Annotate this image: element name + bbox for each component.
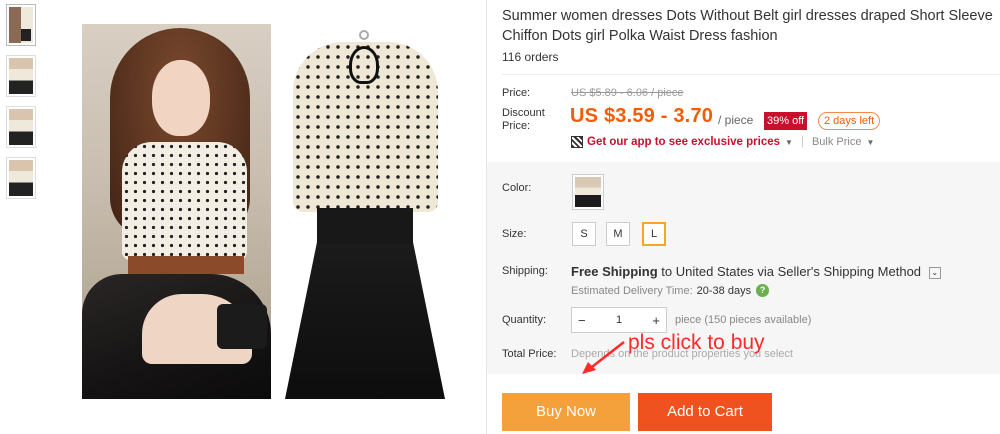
buy-now-button[interactable]: Buy Now bbox=[502, 393, 630, 431]
thumbnail-3[interactable] bbox=[6, 106, 36, 148]
order-count: 116 orders bbox=[502, 50, 559, 64]
chevron-down-icon[interactable]: ⌄ bbox=[928, 266, 941, 279]
app-promo-row: Get our app to see exclusive prices ▼ | … bbox=[571, 136, 874, 148]
main-product-image[interactable] bbox=[82, 24, 458, 399]
shipping-method[interactable]: Free Shipping to United States via Selle… bbox=[571, 264, 941, 279]
discount-badge: 39% off bbox=[764, 112, 808, 130]
overlay-annotation: pls click to buy bbox=[628, 331, 765, 354]
add-to-cart-button[interactable]: Add to Cart bbox=[638, 393, 772, 431]
separator: | bbox=[800, 136, 804, 148]
minus-icon[interactable]: − bbox=[578, 313, 586, 328]
shipping-label: Shipping: bbox=[502, 265, 548, 277]
app-promo-link[interactable]: Get our app to see exclusive prices bbox=[587, 136, 780, 148]
discount-label-line1: Discount bbox=[502, 107, 545, 119]
bulk-price-link[interactable]: Bulk Price bbox=[812, 136, 862, 148]
free-shipping-text: Free Shipping bbox=[571, 264, 658, 279]
chevron-down-icon[interactable]: ▼ bbox=[785, 138, 793, 147]
thumbnail-strip bbox=[6, 4, 36, 208]
size-label: Size: bbox=[502, 228, 527, 240]
size-option-m[interactable]: M bbox=[606, 222, 630, 246]
discount-price: US $3.59 - 3.70 bbox=[570, 105, 714, 127]
quantity-input[interactable]: 1 bbox=[616, 314, 622, 326]
help-icon[interactable]: ? bbox=[756, 284, 770, 297]
pieces-available: piece (150 pieces available) bbox=[675, 314, 812, 326]
model-photo bbox=[82, 24, 271, 399]
delivery-estimate: Estimated Delivery Time: 20-38 days ? bbox=[571, 284, 770, 297]
days-left-badge: 2 days left bbox=[818, 112, 881, 130]
divider bbox=[502, 74, 1000, 75]
arrow-icon bbox=[582, 341, 625, 374]
thumbnail-4[interactable] bbox=[6, 157, 36, 199]
total-price-label: Total Price: bbox=[502, 348, 557, 360]
thumbnail-2[interactable] bbox=[6, 55, 36, 97]
discount-label-line2: Price: bbox=[502, 120, 531, 132]
size-option-l[interactable]: L bbox=[642, 222, 666, 246]
quantity-label: Quantity: bbox=[502, 314, 547, 326]
delivery-label: Estimated Delivery Time: bbox=[571, 284, 693, 297]
original-price: US $5.89 - 6.06 / piece bbox=[571, 87, 684, 99]
product-title: Summer women dresses Dots Without Belt g… bbox=[502, 8, 993, 44]
chevron-down-icon[interactable]: ▼ bbox=[866, 138, 874, 147]
color-swatch[interactable] bbox=[572, 174, 604, 210]
plus-icon[interactable]: + bbox=[652, 313, 660, 328]
delivery-days: 20-38 days bbox=[696, 284, 752, 297]
price-label: Price: bbox=[502, 87, 531, 99]
dress-photo bbox=[271, 24, 458, 399]
quantity-stepper: − 1 + bbox=[571, 307, 667, 333]
thumbnail-1[interactable] bbox=[6, 4, 36, 46]
shipping-destination: to United States via Seller's Shipping M… bbox=[661, 264, 922, 279]
price-unit: / piece bbox=[718, 113, 754, 127]
color-label: Color: bbox=[502, 182, 532, 194]
qr-code-icon bbox=[571, 136, 583, 148]
size-option-s[interactable]: S bbox=[572, 222, 596, 246]
